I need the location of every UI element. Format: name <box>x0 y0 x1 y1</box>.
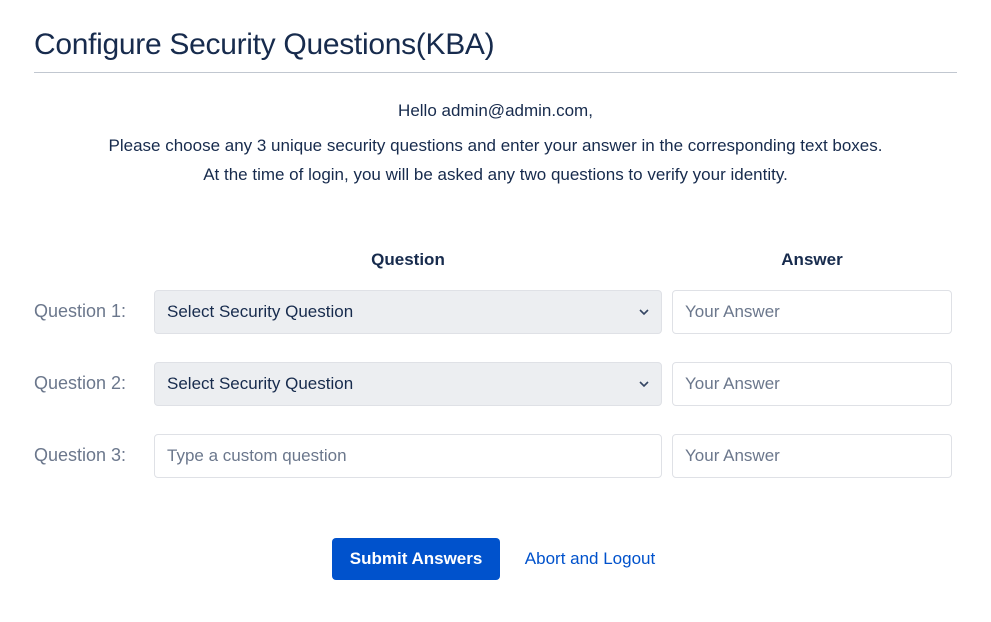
page-title: Configure Security Questions(KBA) <box>34 28 957 62</box>
instructions-line-2: At the time of login, you will be asked … <box>34 161 957 190</box>
question-2-select[interactable]: Select Security Question <box>154 362 662 406</box>
question-1-select[interactable]: Select Security Question <box>154 290 662 334</box>
question-row-2: Question 2: Select Security Question <box>34 362 957 406</box>
question-2-label: Question 2: <box>34 373 154 394</box>
answer-header: Answer <box>672 250 952 270</box>
abort-and-logout-link[interactable]: Abort and Logout <box>521 538 659 580</box>
action-bar: Submit Answers Abort and Logout <box>34 538 957 580</box>
title-divider <box>34 72 957 73</box>
question-header: Question <box>154 250 662 270</box>
question-1-label: Question 1: <box>34 301 154 322</box>
instructions-line-1: Please choose any 3 unique security ques… <box>34 132 957 161</box>
intro-block: Hello admin@admin.com, Please choose any… <box>34 97 957 190</box>
column-headers: Question Answer <box>34 250 957 270</box>
greeting-text: Hello admin@admin.com, <box>34 97 957 126</box>
question-3-custom-input[interactable] <box>154 434 662 478</box>
answer-2-input[interactable] <box>672 362 952 406</box>
answer-3-input[interactable] <box>672 434 952 478</box>
answer-1-input[interactable] <box>672 290 952 334</box>
question-row-1: Question 1: Select Security Question <box>34 290 957 334</box>
submit-answers-button[interactable]: Submit Answers <box>332 538 501 580</box>
question-row-3: Question 3: <box>34 434 957 478</box>
question-3-label: Question 3: <box>34 445 154 466</box>
